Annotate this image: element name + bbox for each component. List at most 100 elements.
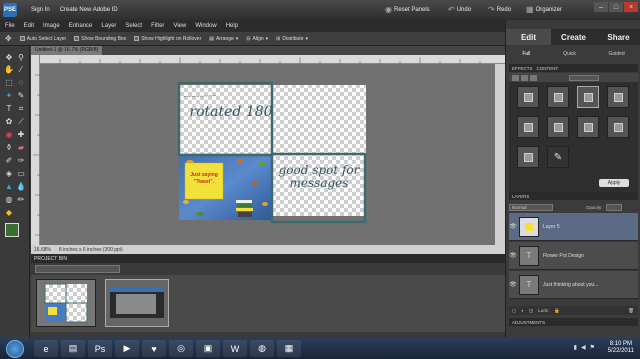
content-tab[interactable]: CONTENT	[537, 66, 559, 71]
filter-icon[interactable]	[512, 74, 519, 81]
mask-icon[interactable]: ◫	[529, 308, 533, 314]
move-tool-icon[interactable]: ✥	[3, 52, 15, 63]
effect-thumb[interactable]	[607, 86, 629, 108]
eye-icon[interactable]: 👁	[509, 223, 517, 230]
photoshop-elements-icon[interactable]: Ps	[88, 340, 112, 357]
media-icon[interactable]: ◍	[250, 340, 274, 357]
styles-icon[interactable]	[521, 74, 528, 81]
red-eye-tool-icon[interactable]: ◉	[3, 129, 15, 140]
effects-tab[interactable]: EFFECTS	[512, 66, 533, 71]
media-player-icon[interactable]: ▶	[115, 340, 139, 357]
brush-tool-icon[interactable]: ✐	[3, 155, 15, 166]
effect-thumb[interactable]	[547, 86, 569, 108]
gradient-tool-icon[interactable]: ▭	[15, 168, 27, 179]
flag-icon[interactable]: ⚑	[590, 344, 595, 351]
eraser-tool-icon[interactable]: ▰	[15, 142, 27, 153]
menu-edit[interactable]: Edit	[24, 23, 34, 29]
internet-explorer-icon[interactable]: e	[34, 340, 58, 357]
effect-thumb[interactable]: ✎	[547, 146, 569, 168]
redo-button[interactable]: ↷ Redo	[488, 5, 511, 14]
close-icon[interactable]: ×	[624, 2, 638, 12]
arrange-dropdown[interactable]: ▤ Arrange ▾	[209, 36, 238, 42]
adjustments-panel-header[interactable]: ADJUSTMENTS	[509, 318, 638, 326]
organizer-app-icon[interactable]: ▣	[196, 340, 220, 357]
project-thumbnail-2[interactable]	[105, 279, 169, 327]
menu-layer[interactable]: Layer	[101, 23, 116, 29]
align-dropdown[interactable]: ⊟ Align ▾	[246, 36, 268, 42]
tab-create[interactable]: Create	[551, 29, 596, 45]
opacity-input[interactable]	[605, 203, 622, 211]
menu-window[interactable]: Window	[195, 23, 216, 29]
blend-mode-select[interactable]: Normal	[509, 203, 553, 211]
undo-button[interactable]: ↶ Undo	[448, 5, 471, 14]
cookie-cutter-icon[interactable]: ✿	[3, 116, 15, 127]
tab-share[interactable]: Share	[596, 29, 640, 45]
network-icon[interactable]: ▮	[574, 344, 577, 351]
hand-tool-icon[interactable]: ✋	[3, 64, 15, 75]
layer-row[interactable]: 👁 Layer 5	[509, 213, 638, 241]
effect-thumb[interactable]	[517, 86, 539, 108]
menu-image[interactable]: Image	[43, 23, 60, 29]
crop-tool-icon[interactable]: ⌗	[15, 103, 27, 114]
tab-quick[interactable]: Quick	[563, 51, 576, 57]
smart-brush-icon[interactable]: ✑	[15, 155, 27, 166]
tab-edit[interactable]: Edit	[506, 29, 551, 45]
effects-category-dropdown[interactable]	[569, 74, 599, 81]
eye-icon[interactable]: 👁	[509, 252, 517, 259]
bounding-box-checkbox[interactable]: Show Bounding Box	[74, 36, 126, 42]
menu-filter[interactable]: Filter	[151, 23, 164, 29]
clone-stamp-icon[interactable]: ⚱	[3, 142, 15, 153]
photo-effects-icon[interactable]	[530, 74, 537, 81]
marquee-tool-icon[interactable]: ⬚	[3, 77, 15, 88]
tab-guided[interactable]: Guided	[609, 51, 625, 57]
minimize-icon[interactable]: –	[594, 2, 608, 12]
pencil-tool-icon[interactable]: ✏	[15, 194, 27, 205]
organizer-button[interactable]: ▦ Organizer	[526, 5, 562, 14]
menu-view[interactable]: View	[173, 23, 186, 29]
start-button[interactable]	[6, 339, 24, 358]
selection-brush-icon[interactable]: ✎	[15, 90, 27, 101]
apply-button[interactable]: Apply	[599, 179, 629, 187]
paint-bucket-icon[interactable]: ◈	[3, 168, 15, 179]
effect-thumb[interactable]	[607, 116, 629, 138]
project-thumbnail-1[interactable]	[36, 279, 96, 327]
spot-healing-icon[interactable]: ✚	[15, 129, 27, 140]
menu-file[interactable]: File	[5, 23, 15, 29]
layer-row[interactable]: 👁 T Flower Pot Design	[509, 242, 638, 270]
zoom-tool-icon[interactable]: ⚲	[15, 52, 27, 63]
gift-app-icon[interactable]: ♥	[142, 340, 166, 357]
effect-thumb[interactable]	[517, 116, 539, 138]
canvas-area[interactable]: ~~~~~~~~ rotated 180 good spot for messa…	[40, 64, 495, 245]
project-bin-dropdown[interactable]	[35, 265, 120, 273]
file-explorer-icon[interactable]: ▤	[61, 340, 85, 357]
distribute-dropdown[interactable]: ⊞ Distribute ▾	[276, 36, 308, 42]
adjustment-layer-icon[interactable]: ◐	[521, 308, 524, 313]
lasso-tool-icon[interactable]: ◌	[15, 77, 27, 88]
blur-tool-icon[interactable]: 💧	[15, 181, 27, 192]
lock-icon[interactable]: 🔒	[554, 308, 560, 314]
effect-thumb[interactable]	[547, 116, 569, 138]
type-tool-icon[interactable]: T	[3, 103, 15, 114]
magic-wand-tool-icon[interactable]: ✦	[3, 90, 15, 101]
shape-tool-icon[interactable]: ▲	[3, 181, 15, 192]
auto-select-checkbox[interactable]: Auto Select Layer	[19, 36, 66, 42]
eyedropper-tool-icon[interactable]: ⁄	[15, 64, 27, 75]
reset-panels-button[interactable]: ◉ Reset Panels	[385, 5, 430, 14]
word-icon[interactable]: W	[223, 340, 247, 357]
system-clock[interactable]: 8:10 PM 5/22/2011	[608, 341, 634, 355]
menu-enhance[interactable]: Enhance	[69, 23, 93, 29]
highlight-checkbox[interactable]: Show Highlight on Rollover	[134, 36, 201, 42]
eye-icon[interactable]: 👁	[509, 281, 517, 288]
delete-layer-icon[interactable]: 🗑	[628, 308, 634, 314]
tab-full[interactable]: Full	[522, 51, 530, 57]
layer-row[interactable]: 👁 T Just thinking about you...	[509, 271, 638, 299]
sign-in-link[interactable]: Sign In	[31, 7, 50, 13]
straighten-tool-icon[interactable]: ⟋	[15, 116, 27, 127]
create-id-link[interactable]: Create New Adobe ID	[60, 7, 118, 13]
menu-select[interactable]: Select	[125, 23, 142, 29]
volume-icon[interactable]: ◀	[581, 344, 586, 351]
effect-thumb[interactable]	[577, 86, 599, 108]
maximize-icon[interactable]: □	[609, 2, 623, 12]
vertical-scrollbar[interactable]	[495, 64, 505, 245]
zoom-readout[interactable]: 16.68%	[34, 247, 51, 253]
